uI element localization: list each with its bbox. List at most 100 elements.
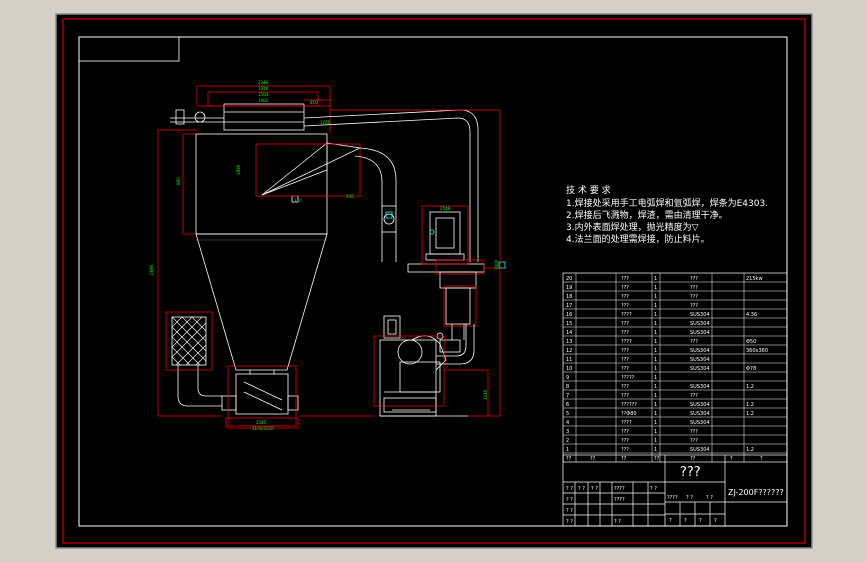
dim-top-1: 2346 <box>258 80 269 85</box>
dim-top-2: 1910 <box>258 86 269 91</box>
part-qty: 1 <box>654 321 657 327</box>
part-code: ???? <box>621 339 632 345</box>
part-note: Φ50 <box>746 339 756 345</box>
part-code: ??? <box>621 393 629 399</box>
part-material: SUS304 <box>690 312 710 318</box>
part-no: 6 <box>566 402 569 408</box>
parts-header-cell: ?? <box>654 456 660 462</box>
part-code: ???? <box>621 312 632 318</box>
tb-sheet-3: ? <box>699 518 702 524</box>
part-note: 1.2 <box>746 384 754 390</box>
tb-row2-1: ? ? <box>566 497 573 503</box>
part-no: 4 <box>566 420 569 426</box>
tb-sheet-2: ? <box>684 518 687 524</box>
part-material: SUS304 <box>690 447 710 453</box>
part-note: 1.2 <box>746 447 754 453</box>
dim-bottom-2: 2166/3550 <box>252 426 274 431</box>
part-material: ??? <box>690 294 698 300</box>
dim-misc-1: 810 <box>310 100 318 105</box>
part-qty: 1 <box>654 357 657 363</box>
part-qty: 1 <box>654 339 657 345</box>
part-qty: 1 <box>654 393 657 399</box>
tb-sign-3: ? ? <box>591 486 598 492</box>
tb-scale-3: ? ? <box>706 495 713 501</box>
dim-misc-3: 310 <box>294 198 302 203</box>
drawing-code: ZJ-200F?????? <box>728 488 784 497</box>
part-no: 12 <box>566 348 572 354</box>
parts-header-cell: ? <box>760 456 763 462</box>
tech-req-heading: 技 术 要 求 <box>566 184 611 196</box>
part-material: SUS304 <box>690 348 710 354</box>
part-no: 3 <box>566 429 569 435</box>
part-qty: 1 <box>654 402 657 408</box>
part-qty: 1 <box>654 285 657 291</box>
part-no: 1 <box>566 447 569 453</box>
dim-misc-2: 545 <box>346 194 354 199</box>
part-no: 15 <box>566 321 572 327</box>
part-code: ?????? <box>621 402 637 408</box>
dim-misc-4: 1260 <box>320 120 331 125</box>
part-no: 2 <box>566 438 569 444</box>
tb-sign-5: ? ? <box>650 486 657 492</box>
cad-drawing: 2346 1910 1504 1002 2890 880 1890 2345 2… <box>55 13 813 549</box>
part-code: ??? <box>621 348 629 354</box>
dim-right-2: 1240 <box>483 389 488 400</box>
part-code: ???? <box>621 420 632 426</box>
part-note: 1.2 <box>746 411 754 417</box>
tb-scale-2: ? ? <box>686 495 693 501</box>
part-qty: 1 <box>654 384 657 390</box>
tb-sign-1: ? ? <box>566 486 573 492</box>
part-material: SUS304 <box>690 411 710 417</box>
part-material: SUS304 <box>690 402 710 408</box>
part-qty: 1 <box>654 429 657 435</box>
part-no: 19 <box>566 285 572 291</box>
part-note: 360x360 <box>746 348 768 354</box>
part-qty: 1 <box>654 294 657 300</box>
tb-scale-1: ???? <box>667 495 678 501</box>
dim-left-3: 1890 <box>236 164 241 175</box>
part-qty: 1 <box>654 330 657 336</box>
dim-left-2: 880 <box>176 177 181 185</box>
part-material: ??? <box>690 438 698 444</box>
part-material: ??? <box>690 276 698 282</box>
part-qty: 1 <box>654 375 657 381</box>
part-material: SUS304 <box>690 420 710 426</box>
part-no: 16 <box>566 312 572 318</box>
tech-req-item-1: 1.焊接处采用手工电弧焊和氩弧焊，焊条为E4303. <box>566 197 768 209</box>
part-code: ??? <box>621 276 629 282</box>
tb-sign-2: ? ? <box>578 486 585 492</box>
tb-row4-3: ? ? <box>614 519 621 525</box>
part-qty: 1 <box>654 312 657 318</box>
part-material: ??? <box>690 429 698 435</box>
part-code: ??? <box>621 285 629 291</box>
part-no: 5 <box>566 411 569 417</box>
tech-req-item-4: 4.法兰面的处理需焊接，防止料片。 <box>566 233 710 245</box>
part-no: 14 <box>566 330 572 336</box>
part-no: 11 <box>566 357 572 363</box>
part-material: ??? <box>690 285 698 291</box>
part-code: ??? <box>621 366 629 372</box>
part-code: ????? <box>621 375 635 381</box>
part-qty: 1 <box>654 411 657 417</box>
part-code: ??? <box>621 321 629 327</box>
part-qty: 1 <box>654 420 657 426</box>
part-code: ??Φ80 <box>621 411 637 417</box>
part-qty: 1 <box>654 447 657 453</box>
tech-req-item-3: 3.内外表面焊处理，抛光精度为▽ <box>566 221 699 233</box>
dim-top-4: 1002 <box>258 98 269 103</box>
parts-header-cell: ?? <box>566 456 572 462</box>
part-material: SUS304 <box>690 384 710 390</box>
parts-header-cell: ? <box>730 456 733 462</box>
part-qty: 1 <box>654 348 657 354</box>
part-material: ??? <box>690 303 698 309</box>
part-code: ??? <box>621 330 629 336</box>
part-material: SUS304 <box>690 357 710 363</box>
part-code: ??? <box>621 294 629 300</box>
dim-misc-5: 2548 <box>440 206 451 211</box>
part-no: 10 <box>566 366 572 372</box>
drawing-title: ??? <box>680 465 701 480</box>
part-code: ??? <box>621 384 629 390</box>
part-note: 215kw <box>746 276 763 282</box>
part-no: 7 <box>566 393 569 399</box>
part-qty: 1 <box>654 438 657 444</box>
